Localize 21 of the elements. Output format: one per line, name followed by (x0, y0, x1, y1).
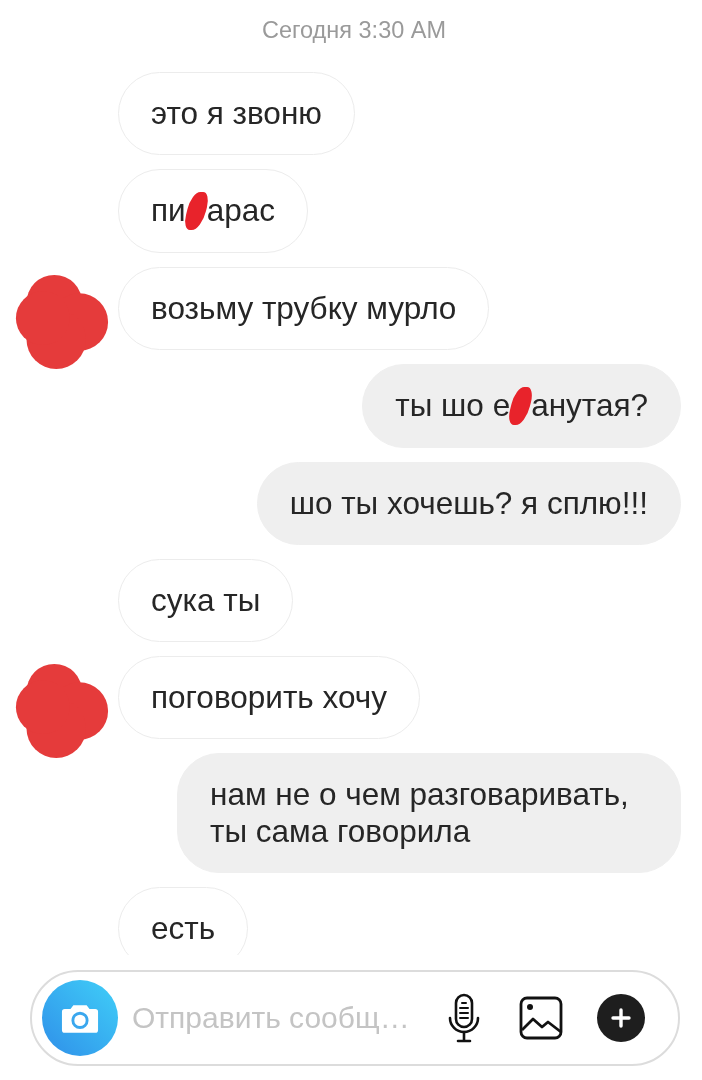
camera-button[interactable] (42, 980, 118, 1056)
message-text: есть (151, 910, 216, 946)
message-text: пи (151, 192, 186, 228)
add-button[interactable] (597, 994, 645, 1042)
timestamp: Сегодня 3:30 AM (260, 16, 447, 45)
camera-icon (61, 1002, 99, 1034)
message-input[interactable]: Отправить сообщ… (132, 996, 447, 1040)
plus-icon (611, 1008, 631, 1028)
image-icon (519, 996, 563, 1040)
message-text: ты шо е (395, 387, 511, 423)
message-text: возьму трубку мурло (151, 290, 457, 326)
message-text: поговорить хочу (151, 679, 387, 715)
message-text: нам не о чем разговаривать, ты сама говорила (210, 776, 629, 849)
message-text: арас (206, 192, 275, 228)
message-text: анутая? (531, 387, 648, 423)
voice-button[interactable] (447, 993, 481, 1043)
message-text: это я звоню (151, 95, 322, 131)
message-text: сука ты (151, 582, 261, 618)
message-text: шо ты хочешь? я сплю!!! (289, 485, 648, 521)
gallery-button[interactable] (519, 996, 563, 1040)
microphone-icon (447, 993, 481, 1043)
